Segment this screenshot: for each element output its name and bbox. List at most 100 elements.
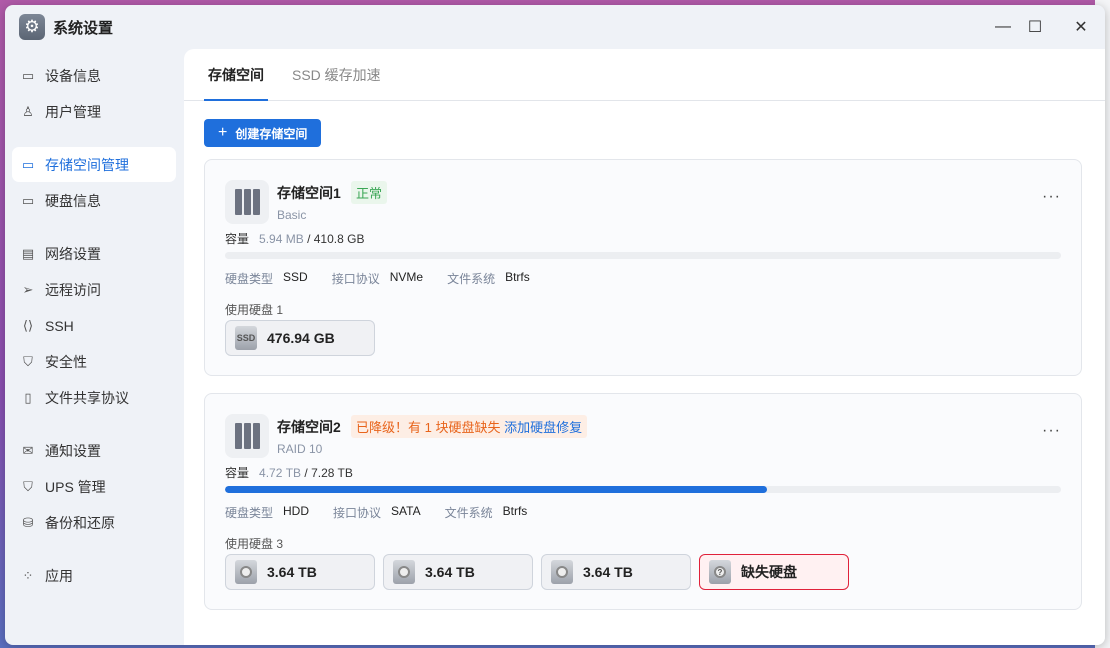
disk-item[interactable]: SSD 476.94 GB xyxy=(225,320,375,356)
prop-key: 硬盘类型 xyxy=(225,506,274,520)
capacity-bar xyxy=(225,252,1061,259)
disk-list: 3.64 TB 3.64 TB 3.64 TB ? 缺失硬盘 xyxy=(225,554,849,590)
gear-icon: ⚙ xyxy=(19,14,45,40)
disk-item[interactable]: 3.64 TB xyxy=(383,554,533,590)
prop-key: 接口协议 xyxy=(331,272,380,286)
mail-icon: ✉ xyxy=(22,442,34,458)
more-options-button[interactable]: ··· xyxy=(1042,188,1061,206)
tab-bar: 存储空间 SSD 缓存加速 xyxy=(184,49,1105,101)
pool-properties: 硬盘类型 SSD 接口协议 NVMe 文件系统 Btrfs xyxy=(225,270,554,287)
sidebar-item-label: 文件共享协议 xyxy=(45,389,129,406)
sidebar-item-ups[interactable]: ⛉ UPS 管理 xyxy=(12,469,176,504)
missing-disk-item[interactable]: ? 缺失硬盘 xyxy=(699,554,849,590)
title-bar: ⚙ 系统设置 — ☐ ✕ xyxy=(5,5,1105,49)
storage-icon: ▭ xyxy=(21,156,35,172)
used-disks-label: 使用硬盘 3 xyxy=(225,537,284,551)
minimize-button[interactable]: — xyxy=(988,15,1018,39)
capacity-label: 容量 xyxy=(225,466,250,480)
sidebar-item-label: 设备信息 xyxy=(45,67,101,84)
prop-value: Btrfs xyxy=(505,270,530,284)
pool-type: RAID 10 xyxy=(277,442,323,456)
pool-name: 存储空间2 xyxy=(277,419,341,435)
capacity-used: 5.94 MB xyxy=(259,232,304,246)
tab-storage[interactable]: 存储空间 xyxy=(204,49,268,101)
prop-value: SSD xyxy=(283,270,308,284)
file-icon: ▯ xyxy=(24,389,32,405)
add-disk-repair-link[interactable]: 添加硬盘修复 xyxy=(504,420,582,435)
sidebar-item-security[interactable]: ⛉ 安全性 xyxy=(12,344,176,379)
code-icon: ⟨⟩ xyxy=(22,317,34,333)
create-label: 创建存储空间 xyxy=(235,126,308,141)
sidebar-item-label: 网络设置 xyxy=(45,245,101,262)
sidebar-item-device-info[interactable]: ▭ 设备信息 xyxy=(12,58,176,93)
prop-key: 接口协议 xyxy=(333,506,382,520)
backup-icon: ⛁ xyxy=(22,514,34,530)
disk-size: 3.64 TB xyxy=(425,564,475,580)
shield-icon: ⛉ xyxy=(23,478,33,494)
maximize-button[interactable]: ☐ xyxy=(1020,15,1050,39)
pool-properties: 硬盘类型 HDD 接口协议 SATA 文件系统 Btrfs xyxy=(225,504,551,521)
capacity-bar xyxy=(225,486,1061,493)
sidebar-item-users[interactable]: ♙ 用户管理 xyxy=(12,94,176,129)
settings-window: ⚙ 系统设置 — ☐ ✕ ▭ 设备信息 ♙ 用户管理 ▭ 存储空间管理 ▭ 硬盘信息 ▤… xyxy=(5,5,1105,645)
sidebar-item-file-sharing[interactable]: ▯ 文件共享协议 xyxy=(12,380,176,415)
prop-value: Btrfs xyxy=(502,504,528,518)
sidebar-item-network[interactable]: ▤ 网络设置 xyxy=(12,236,176,271)
disk-size: 3.64 TB xyxy=(267,564,317,580)
sidebar-item-label: 远程访问 xyxy=(45,281,101,298)
capacity-total: / 410.8 GB xyxy=(307,232,365,246)
hdd-icon xyxy=(235,560,257,584)
missing-disk-label: 缺失硬盘 xyxy=(741,564,797,580)
prop-value: SATA xyxy=(391,504,421,518)
sidebar-item-storage[interactable]: ▭ 存储空间管理 xyxy=(12,147,176,182)
drive-icon: ▭ xyxy=(21,67,35,83)
shield-icon: ⛉ xyxy=(23,353,33,369)
ssd-icon: SSD xyxy=(235,326,257,350)
create-storage-button[interactable]: + 创建存储空间 xyxy=(204,119,322,147)
hdd-icon xyxy=(393,560,415,584)
disk-size: 3.64 TB xyxy=(583,564,633,580)
capacity-total: / 7.28 TB xyxy=(304,466,353,480)
capacity: 容量 4.72 TB / 7.28 TB xyxy=(225,464,353,481)
sidebar-item-backup[interactable]: ⛁ 备份和还原 xyxy=(12,505,176,540)
capacity: 容量 5.94 MB / 410.8 GB xyxy=(225,230,364,247)
sidebar-item-notifications[interactable]: ✉ 通知设置 xyxy=(12,433,176,468)
hdd-icon xyxy=(551,560,573,584)
user-icon: ♙ xyxy=(22,103,34,119)
sidebar-item-label: 硬盘信息 xyxy=(45,192,101,209)
window-title: 系统设置 xyxy=(53,19,114,37)
sidebar-item-apps[interactable]: ⁘ 应用 xyxy=(12,558,176,593)
sidebar-item-remote[interactable]: ➢ 远程访问 xyxy=(12,272,176,307)
sidebar-item-disk-info[interactable]: ▭ 硬盘信息 xyxy=(12,183,176,218)
sidebar-item-label: 通知设置 xyxy=(45,442,101,459)
drive-icon: ▭ xyxy=(21,192,35,208)
sidebar-item-label: UPS 管理 xyxy=(45,478,106,495)
missing-disk-icon: ? xyxy=(709,560,731,584)
prop-value: HDD xyxy=(283,504,310,518)
pool-type: Basic xyxy=(277,208,307,222)
server-icon xyxy=(225,180,269,224)
capacity-label: 容量 xyxy=(225,232,250,246)
disk-size: 476.94 GB xyxy=(267,330,335,346)
apps-icon: ⁘ xyxy=(22,567,34,583)
disk-item[interactable]: 3.64 TB xyxy=(225,554,375,590)
close-button[interactable]: ✕ xyxy=(1066,15,1096,39)
plus-icon: + xyxy=(218,124,228,141)
sidebar-item-label: 用户管理 xyxy=(45,103,101,120)
disk-item[interactable]: 3.64 TB xyxy=(541,554,691,590)
capacity-fill xyxy=(225,486,767,493)
main-panel: 存储空间 SSD 缓存加速 + 创建存储空间 存储空间1 正常 Basic ···… xyxy=(184,49,1105,645)
storage-pool-card-1: 存储空间1 正常 Basic ··· 容量 5.94 MB / 410.8 GB… xyxy=(204,159,1082,376)
sidebar-item-ssh[interactable]: ⟨⟩ SSH xyxy=(12,308,176,343)
status-badge: 已降级！有 1 块硬盘缺失 添加硬盘修复 xyxy=(351,415,588,438)
prop-key: 硬盘类型 xyxy=(225,272,274,286)
more-options-button[interactable]: ··· xyxy=(1042,422,1061,440)
sidebar-item-label: 应用 xyxy=(45,567,73,584)
status-text: 已降级！有 1 块硬盘缺失 xyxy=(356,420,501,435)
tab-ssd-cache[interactable]: SSD 缓存加速 xyxy=(288,49,385,100)
sidebar-item-label: 安全性 xyxy=(45,353,87,370)
used-disks-label: 使用硬盘 1 xyxy=(225,303,284,317)
prop-value: NVMe xyxy=(389,270,424,284)
network-icon: ▤ xyxy=(21,245,35,261)
server-icon xyxy=(225,414,269,458)
